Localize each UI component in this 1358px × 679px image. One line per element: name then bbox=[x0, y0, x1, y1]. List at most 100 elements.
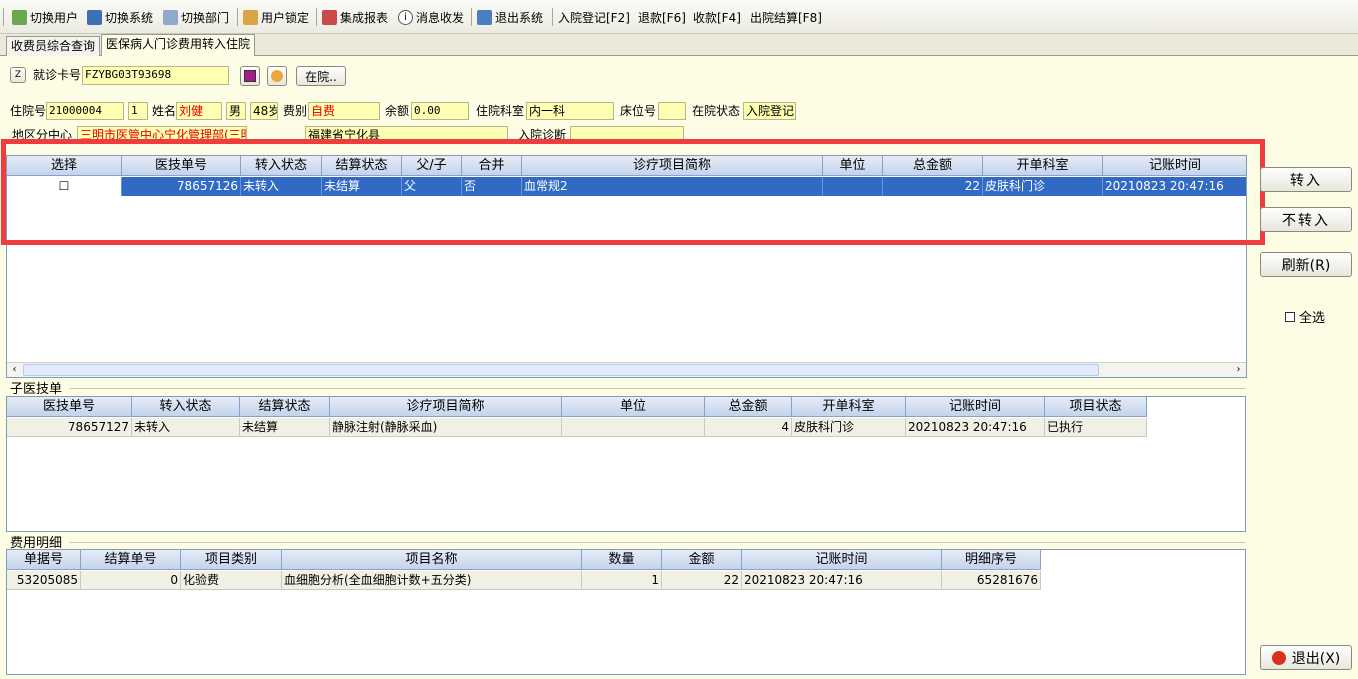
col-amount[interactable]: 总金额 bbox=[705, 397, 792, 416]
toolbar-separator bbox=[471, 8, 472, 26]
info-icon: i bbox=[398, 9, 413, 25]
charge-button[interactable]: 收款[F4] bbox=[693, 8, 741, 26]
switch-user-button[interactable]: 切换用户 bbox=[12, 8, 78, 26]
col-select[interactable]: 选择 bbox=[7, 156, 122, 175]
exit-system-button[interactable]: 退出系统 bbox=[477, 8, 543, 26]
bed-field[interactable] bbox=[658, 102, 686, 120]
lock-user-icon bbox=[243, 9, 258, 25]
table-row[interactable]: 78657127 未转入 未结算 静脉注射(静脉采血) 4 皮肤科门诊 2021… bbox=[7, 418, 1147, 437]
report-button[interactable]: 集成报表 bbox=[322, 8, 388, 26]
select-checkbox[interactable]: ☐ bbox=[7, 177, 122, 196]
scroll-left-icon[interactable]: ‹ bbox=[7, 363, 22, 377]
col-item-name[interactable]: 诊疗项目简称 bbox=[522, 156, 823, 175]
card-number-field[interactable]: FZYBG03T93698 bbox=[82, 66, 229, 85]
col-dept[interactable]: 开单科室 bbox=[792, 397, 906, 416]
col-unit[interactable]: 单位 bbox=[562, 397, 705, 416]
name-field[interactable]: 刘健 bbox=[176, 102, 222, 120]
col-unit[interactable]: 单位 bbox=[823, 156, 883, 175]
inpatient-no-field[interactable]: 21000004 bbox=[46, 102, 124, 120]
card-reader-button[interactable] bbox=[240, 66, 260, 86]
admit-button[interactable]: 入院登记[F2] bbox=[558, 8, 630, 26]
system-icon bbox=[87, 9, 102, 25]
balance-field[interactable]: 0.00 bbox=[411, 102, 469, 120]
fee-type-label: 费别 bbox=[283, 104, 308, 118]
col-transfer-status[interactable]: 转入状态 bbox=[132, 397, 240, 416]
exit-button[interactable]: 退出(X) bbox=[1260, 645, 1352, 670]
broom-icon bbox=[271, 70, 283, 82]
col-seq[interactable]: 明细序号 bbox=[942, 550, 1041, 569]
col-category[interactable]: 项目类别 bbox=[181, 550, 282, 569]
refresh-button[interactable]: 刷新(R) bbox=[1260, 252, 1352, 277]
col-item-name[interactable]: 诊疗项目简称 bbox=[330, 397, 562, 416]
cell-doc-no: 53205085 bbox=[7, 571, 81, 590]
balance-label: 余额 bbox=[385, 104, 410, 118]
cell-time: 20210823 20:47:16 bbox=[742, 571, 942, 590]
switch-dept-button[interactable]: 切换部门 bbox=[163, 8, 229, 26]
no-transfer-button[interactable]: 不转入 bbox=[1260, 207, 1352, 232]
col-doc-no[interactable]: 单据号 bbox=[7, 550, 81, 569]
fee-section-line bbox=[70, 542, 1246, 543]
toolbar-grip bbox=[3, 8, 4, 26]
col-settle-status[interactable]: 结算状态 bbox=[240, 397, 330, 416]
switch-system-button[interactable]: 切换系统 bbox=[87, 8, 153, 26]
gender-field[interactable]: 男 bbox=[226, 102, 246, 120]
fee-type-field[interactable]: 自费 bbox=[308, 102, 380, 120]
age-field[interactable]: 48岁 bbox=[250, 102, 278, 120]
col-merge[interactable]: 合并 bbox=[462, 156, 522, 175]
transfer-button[interactable]: 转入 bbox=[1260, 167, 1352, 192]
users-icon bbox=[12, 9, 27, 25]
clear-button[interactable] bbox=[267, 66, 287, 86]
cell-dept: 皮肤科门诊 bbox=[792, 418, 906, 437]
bed-label: 床位号 bbox=[620, 104, 657, 118]
dept-field[interactable]: 内一科 bbox=[526, 102, 614, 120]
cell-merge: 否 bbox=[462, 177, 522, 196]
exit-icon bbox=[477, 9, 492, 25]
discharge-button[interactable]: 出院结算[F8] bbox=[750, 8, 822, 26]
table-row[interactable]: 53205085 0 化验费 血细胞分析(全血细胞计数+五分类) 1 22 20… bbox=[7, 571, 1041, 590]
visit-count-field[interactable]: 1 bbox=[128, 102, 148, 120]
toolbar-separator bbox=[237, 8, 238, 26]
col-time[interactable]: 记账时间 bbox=[1103, 156, 1246, 175]
col-quantity[interactable]: 数量 bbox=[582, 550, 662, 569]
col-settle-no[interactable]: 结算单号 bbox=[81, 550, 181, 569]
inpatient-no-label: 住院号 bbox=[10, 104, 47, 118]
tab-cashier-query[interactable]: 收费员综合查询 bbox=[6, 36, 101, 56]
horizontal-scrollbar[interactable]: ‹ › bbox=[7, 362, 1246, 377]
col-item-name[interactable]: 项目名称 bbox=[282, 550, 582, 569]
select-all-checkbox[interactable]: 全选 bbox=[1285, 307, 1325, 326]
cell-unit bbox=[823, 177, 883, 196]
col-order-no[interactable]: 医技单号 bbox=[7, 397, 132, 416]
scroll-right-icon[interactable]: › bbox=[1231, 363, 1246, 377]
address-field[interactable]: 福建省宁化县 bbox=[305, 126, 508, 144]
dept-label: 住院科室 bbox=[476, 104, 525, 118]
cell-seq: 65281676 bbox=[942, 571, 1041, 590]
cell-item-name: 血细胞分析(全血细胞计数+五分类) bbox=[282, 571, 582, 590]
table-row[interactable]: ☐ 78657126 未转入 未结算 父 否 血常规2 22 皮肤科门诊 202… bbox=[7, 177, 1246, 196]
scroll-thumb[interactable] bbox=[23, 364, 1099, 376]
tab-transfer-inpatient[interactable]: 医保病人门诊费用转入住院 bbox=[101, 34, 256, 56]
messages-button[interactable]: i 消息收发 bbox=[398, 8, 464, 26]
col-amount[interactable]: 总金额 bbox=[883, 156, 983, 175]
status-field[interactable]: 入院登记 bbox=[743, 102, 796, 120]
fee-grid-header: 单据号 结算单号 项目类别 项目名称 数量 金额 记账时间 明细序号 bbox=[7, 550, 1041, 570]
col-amount[interactable]: 金额 bbox=[662, 550, 742, 569]
col-item-status[interactable]: 项目状态 bbox=[1045, 397, 1147, 416]
col-order-no[interactable]: 医技单号 bbox=[122, 156, 241, 175]
col-settle-status[interactable]: 结算状态 bbox=[322, 156, 402, 175]
diagnosis-field[interactable] bbox=[570, 126, 684, 144]
col-transfer-status[interactable]: 转入状态 bbox=[241, 156, 322, 175]
col-parent-child[interactable]: 父/子 bbox=[402, 156, 462, 175]
refund-button[interactable]: 退款[F6] bbox=[638, 8, 686, 26]
col-dept[interactable]: 开单科室 bbox=[983, 156, 1103, 175]
sub-section-title: 子医技单 bbox=[10, 382, 63, 397]
card-button[interactable]: Z bbox=[10, 67, 26, 83]
card-reader-icon bbox=[244, 70, 256, 82]
col-time[interactable]: 记账时间 bbox=[742, 550, 942, 569]
user-lock-button[interactable]: 用户锁定 bbox=[243, 8, 309, 26]
cell-settle-status: 未结算 bbox=[322, 177, 402, 196]
region-field[interactable]: 三明市医管中心宁化管理部(三明 bbox=[77, 126, 247, 144]
sub-section-line bbox=[70, 388, 1246, 389]
in-hospital-button[interactable]: 在院.. bbox=[296, 66, 346, 86]
checkbox-icon bbox=[1285, 311, 1295, 322]
col-time[interactable]: 记账时间 bbox=[906, 397, 1045, 416]
